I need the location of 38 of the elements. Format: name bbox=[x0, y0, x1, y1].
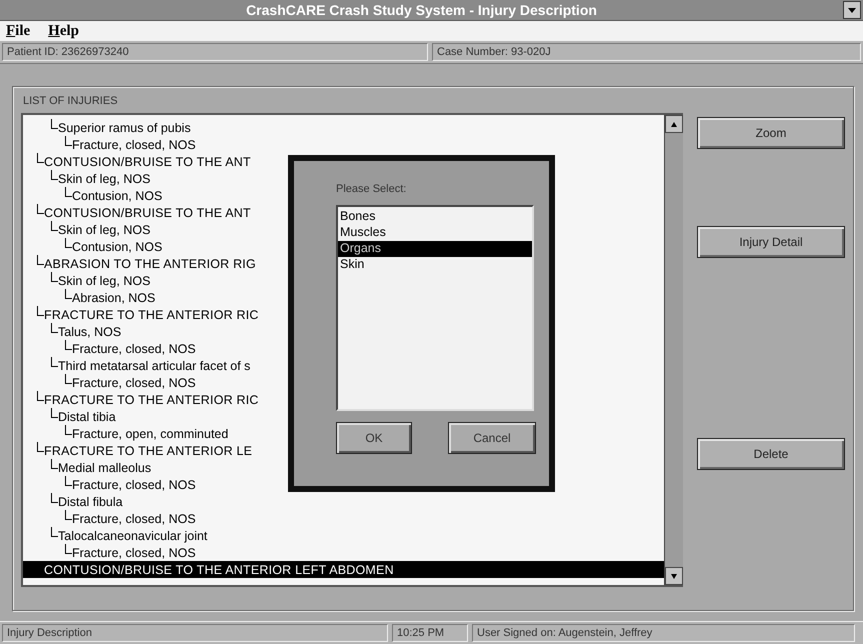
tree-row[interactable]: Fracture, closed, NOS bbox=[23, 476, 664, 493]
down-arrow-icon bbox=[671, 574, 677, 578]
up-arrow-icon bbox=[671, 122, 677, 126]
caret-icon bbox=[848, 8, 856, 12]
scroll-down-button[interactable] bbox=[665, 567, 683, 585]
menu-item[interactable]: File bbox=[6, 22, 30, 40]
patient-id: Patient ID: 23626973240 bbox=[2, 43, 428, 61]
dialog-button[interactable]: Cancel bbox=[448, 422, 536, 454]
window-title: CrashCARE Crash Study System - Injury Description bbox=[245, 2, 598, 18]
selected-tree-row[interactable]: CONTUSION/BRUISE TO THE ANTERIOR LEFT ABDOMEN bbox=[23, 561, 664, 578]
tree-row[interactable]: Talocalcaneonavicular joint bbox=[23, 527, 664, 544]
tree-row[interactable]: Distal fibula bbox=[23, 493, 664, 510]
status-text: User Signed on: Augenstein, Jeffrey bbox=[472, 624, 855, 642]
tree-row[interactable]: Fracture, closed, NOS bbox=[23, 544, 664, 561]
status-text: 10:25 PM bbox=[392, 624, 468, 642]
option-item[interactable]: Muscles bbox=[338, 225, 532, 241]
group-label: LIST OF INJURIES bbox=[23, 95, 119, 107]
option-item[interactable]: Bones bbox=[338, 209, 532, 225]
tree-row[interactable]: Medial malleolus bbox=[23, 459, 664, 476]
option-item[interactable]: Skin bbox=[338, 257, 532, 273]
menu-item[interactable]: Help bbox=[48, 22, 80, 40]
status-text: Injury Description bbox=[2, 624, 388, 642]
options-list[interactable]: Bones Muscles Organs Skin bbox=[336, 205, 534, 411]
scroll-up-button[interactable] bbox=[665, 115, 683, 133]
tree-row[interactable]: Fracture, closed, NOS bbox=[23, 136, 664, 153]
tree-row[interactable]: Distal tibia bbox=[23, 408, 664, 425]
action-button[interactable]: Injury Detail bbox=[697, 226, 845, 258]
dialog-button[interactable]: OK bbox=[336, 422, 412, 454]
tree-row[interactable]: Fracture, closed, NOS bbox=[23, 510, 664, 527]
case-number: Case Number: 93-020J bbox=[432, 43, 861, 61]
window-menu-button[interactable] bbox=[843, 1, 861, 19]
tree-row[interactable]: Superior ramus of pubis bbox=[23, 119, 664, 136]
tree-row[interactable]: CONTUSION/BRUISE TO THE ANT bbox=[23, 153, 664, 170]
action-button[interactable]: Delete bbox=[697, 438, 845, 470]
dialog-prompt: Please Select: bbox=[336, 183, 408, 195]
scrollbar[interactable] bbox=[664, 115, 683, 585]
option-item[interactable]: Organs bbox=[338, 241, 532, 257]
action-button[interactable]: Zoom bbox=[697, 117, 845, 149]
